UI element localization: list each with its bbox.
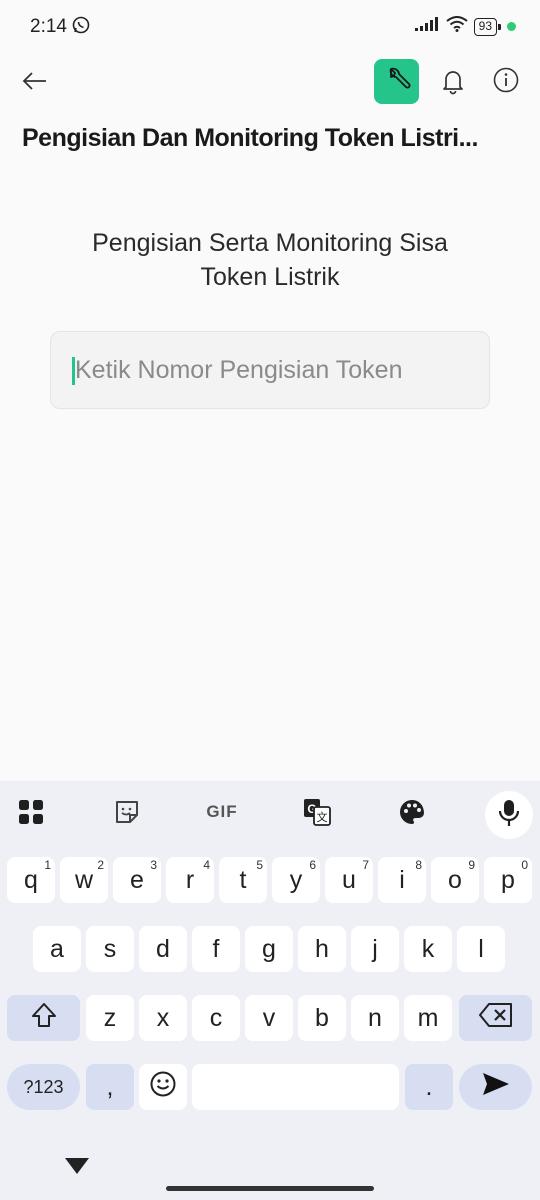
key-q[interactable]: q1 [7, 857, 55, 903]
emoji-icon [149, 1070, 177, 1105]
section-heading: Pengisian Serta Monitoring Sisa Token Li… [30, 226, 510, 294]
key-s[interactable]: s [86, 926, 134, 972]
symbols-key[interactable]: ?123 [7, 1064, 80, 1110]
send-arrow-icon [481, 1071, 511, 1104]
wrench-icon [383, 65, 411, 98]
emoji-key[interactable] [139, 1064, 187, 1110]
privacy-dot [507, 22, 516, 31]
keyboard-toolbar: GIF G文 [0, 781, 540, 841]
heading-line-2: Token Listrik [200, 263, 340, 291]
key-g[interactable]: g [245, 926, 293, 972]
key-a[interactable]: a [33, 926, 81, 972]
voice-input-button[interactable] [485, 791, 533, 839]
key-m[interactable]: m [404, 995, 452, 1041]
key-z[interactable]: z [86, 995, 134, 1041]
key-r[interactable]: r4 [166, 857, 214, 903]
sticker-icon[interactable] [110, 795, 144, 829]
key-t[interactable]: t5 [219, 857, 267, 903]
backspace-key[interactable] [459, 995, 532, 1041]
notification-bell-icon[interactable] [438, 66, 468, 96]
back-arrow-icon[interactable] [18, 64, 52, 98]
wifi-icon [446, 16, 468, 37]
key-i[interactable]: i8 [378, 857, 426, 903]
key-k[interactable]: k [404, 926, 452, 972]
tools-button[interactable] [374, 59, 419, 104]
page-title: Pengisian Dan Monitoring Token Listri... [22, 124, 478, 152]
key-d[interactable]: d [139, 926, 187, 972]
period-key[interactable]: . [405, 1064, 453, 1110]
token-number-input[interactable] [75, 332, 475, 408]
backspace-icon [478, 1002, 514, 1035]
comma-key[interactable]: , [86, 1064, 134, 1110]
key-p[interactable]: p0 [484, 857, 532, 903]
apps-grid-icon[interactable] [14, 795, 48, 829]
key-h[interactable]: h [298, 926, 346, 972]
whatsapp-icon [72, 16, 90, 39]
palette-icon[interactable] [395, 795, 429, 829]
hide-keyboard-icon[interactable] [64, 1156, 90, 1181]
status-bar: 2:14 93 [0, 0, 540, 54]
token-number-field[interactable] [50, 331, 490, 409]
key-n[interactable]: n [351, 995, 399, 1041]
key-v[interactable]: v [245, 995, 293, 1041]
key-f[interactable]: f [192, 926, 240, 972]
keyboard: GIF G文 q1 w2 e3 r4 t5 y6 u7 i8 o9 p0 a s… [0, 781, 540, 1200]
key-y[interactable]: y6 [272, 857, 320, 903]
space-key[interactable] [192, 1064, 399, 1110]
app-bar [0, 54, 540, 110]
home-indicator[interactable] [166, 1186, 374, 1191]
key-j[interactable]: j [351, 926, 399, 972]
gif-button[interactable]: GIF [200, 795, 244, 829]
svg-text:文: 文 [317, 810, 328, 824]
send-key[interactable] [459, 1064, 532, 1110]
key-e[interactable]: e3 [113, 857, 161, 903]
key-u[interactable]: u7 [325, 857, 373, 903]
key-x[interactable]: x [139, 995, 187, 1041]
info-icon[interactable] [492, 66, 520, 94]
battery-indicator: 93 [473, 17, 502, 36]
mic-icon [498, 799, 520, 832]
translate-icon[interactable]: G文 [300, 795, 334, 829]
shift-key[interactable] [7, 995, 80, 1041]
status-time: 2:14 [30, 16, 67, 37]
shift-icon [30, 1001, 58, 1036]
key-c[interactable]: c [192, 995, 240, 1041]
signal-icon [414, 16, 440, 37]
heading-line-1: Pengisian Serta Monitoring Sisa [92, 229, 448, 257]
key-w[interactable]: w2 [60, 857, 108, 903]
key-l[interactable]: l [457, 926, 505, 972]
key-o[interactable]: o9 [431, 857, 479, 903]
key-b[interactable]: b [298, 995, 346, 1041]
